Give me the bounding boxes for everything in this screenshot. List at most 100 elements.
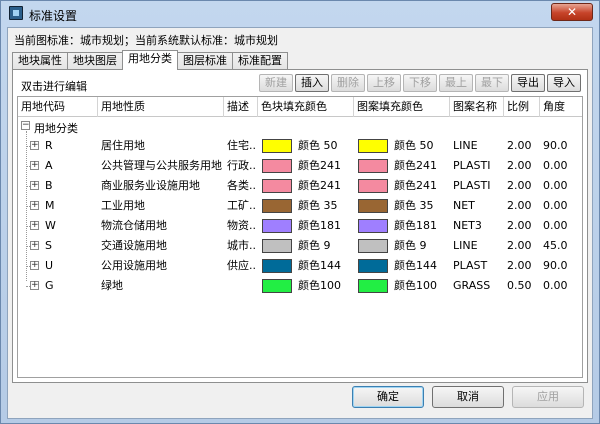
table-row[interactable]: + U 公用设施用地 供应... 颜色144 颜色144 PLAST 2.00 90.0 <box>18 256 582 276</box>
table-row[interactable]: + W 物流仓储用地 物资... 颜色181 颜色181 NET3 2.00 0.00 <box>18 216 582 236</box>
cell-nature: 工业用地 <box>101 199 145 212</box>
pattern-color-swatch[interactable] <box>358 139 388 153</box>
expand-icon[interactable]: + <box>30 161 39 170</box>
fill-color-swatch[interactable] <box>262 239 292 253</box>
cancel-button[interactable]: 取消 <box>432 386 504 408</box>
cell-pattern-name: PLASTI <box>453 179 491 192</box>
header-fill-color[interactable]: 色块填充颜色 <box>258 97 354 117</box>
pattern-color-label: 颜色 9 <box>394 239 427 252</box>
cell-nature: 公用设施用地 <box>101 259 167 272</box>
move-top-button[interactable]: 最上 <box>439 74 473 92</box>
move-down-button[interactable]: 下移 <box>403 74 437 92</box>
move-bottom-button[interactable]: 最下 <box>475 74 509 92</box>
expand-icon[interactable]: + <box>30 261 39 270</box>
cell-angle: 90.0 <box>543 259 568 272</box>
edit-hint: 双击进行编辑 <box>21 80 87 93</box>
cell-pattern-name: GRASS <box>453 279 491 292</box>
header-code[interactable]: 用地代码 <box>18 97 98 117</box>
pattern-color-swatch[interactable] <box>358 239 388 253</box>
table-row[interactable]: + G 绿地 颜色100 颜色100 GRASS 0.50 0.00 <box>18 276 582 296</box>
export-button[interactable]: 导出 <box>511 74 545 92</box>
fill-color-swatch[interactable] <box>262 279 292 293</box>
new-button[interactable]: 新建 <box>259 74 293 92</box>
cell-nature: 商业服务业设施用地 <box>101 179 200 192</box>
tab-parcel-layers[interactable]: 地块图层 <box>67 52 123 70</box>
header-description[interactable]: 描述 <box>224 97 258 117</box>
header-pattern-color[interactable]: 图案填充颜色 <box>354 97 450 117</box>
header-scale[interactable]: 比例 <box>504 97 540 117</box>
pattern-color-swatch[interactable] <box>358 159 388 173</box>
cell-description: 供应... <box>227 259 256 272</box>
cell-pattern-name: LINE <box>453 239 478 252</box>
import-button[interactable]: 导入 <box>547 74 581 92</box>
pattern-color-label: 颜色 50 <box>394 139 434 152</box>
table-row[interactable]: + A 公共管理与公共服务用地行政... 颜色241 颜色241 PLASTI 2.00 0.… <box>18 156 582 176</box>
title-bar[interactable]: 标准设置 ✕ <box>1 1 599 27</box>
fill-color-swatch[interactable] <box>262 139 292 153</box>
cell-scale: 2.00 <box>507 159 532 172</box>
cell-code: G <box>45 279 54 292</box>
fill-color-label: 颜色 50 <box>298 139 338 152</box>
pattern-color-swatch[interactable] <box>358 219 388 233</box>
tab-standard-config[interactable]: 标准配置 <box>232 52 288 70</box>
cell-code: B <box>45 179 53 192</box>
tab-land-use-classification[interactable]: 用地分类 <box>122 50 178 70</box>
group-row[interactable]: − 用地分类 <box>18 117 582 135</box>
ok-button[interactable]: 确定 <box>352 386 424 408</box>
dialog-body: 当前图标准：城市规划；当前系统默认标准：城市规划 地块属性 地块图层 用地分类 … <box>7 27 593 419</box>
pattern-color-label: 颜色241 <box>394 179 437 192</box>
cell-angle: 0.00 <box>543 159 568 172</box>
toolbar: 新建 插入 删除 上移 下移 最上 最下 导出 导入 <box>259 74 581 92</box>
cell-angle: 90.0 <box>543 139 568 152</box>
fill-color-swatch[interactable] <box>262 159 292 173</box>
app-icon <box>9 6 23 20</box>
cell-description: 各类... <box>227 179 256 192</box>
delete-button[interactable]: 删除 <box>331 74 365 92</box>
expand-icon[interactable]: + <box>30 201 39 210</box>
expand-icon[interactable]: + <box>30 241 39 250</box>
cell-scale: 2.00 <box>507 199 532 212</box>
close-button[interactable]: ✕ <box>551 3 593 21</box>
cell-description: 工矿... <box>227 199 256 212</box>
settings-window: 标准设置 ✕ 当前图标准：城市规划；当前系统默认标准：城市规划 地块属性 地块图… <box>0 0 600 424</box>
expand-icon[interactable]: + <box>30 281 39 290</box>
fill-color-label: 颜色100 <box>298 279 341 292</box>
pattern-color-swatch[interactable] <box>358 199 388 213</box>
table-row[interactable]: + R 居住用地 住宅... 颜色 50 颜色 50 LINE 2.00 90.0 <box>18 136 582 156</box>
expand-icon[interactable]: + <box>30 221 39 230</box>
cell-nature: 交通设施用地 <box>101 239 167 252</box>
pattern-color-swatch[interactable] <box>358 259 388 273</box>
move-up-button[interactable]: 上移 <box>367 74 401 92</box>
cell-nature: 公共管理与公共服务用地 <box>101 159 222 172</box>
cell-description: 物资... <box>227 219 256 232</box>
cell-pattern-name: PLASTI <box>453 159 491 172</box>
fill-color-swatch[interactable] <box>262 179 292 193</box>
header-pattern-name[interactable]: 图案名称 <box>450 97 504 117</box>
insert-button[interactable]: 插入 <box>295 74 329 92</box>
table-row[interactable]: + M 工业用地 工矿... 颜色 35 颜色 35 NET 2.00 0.00 <box>18 196 582 216</box>
cell-angle: 0.00 <box>543 219 568 232</box>
cell-pattern-name: LINE <box>453 139 478 152</box>
fill-color-swatch[interactable] <box>262 219 292 233</box>
tab-parcel-attributes[interactable]: 地块属性 <box>12 52 68 70</box>
cell-scale: 2.00 <box>507 139 532 152</box>
fill-color-swatch[interactable] <box>262 199 292 213</box>
expand-icon[interactable]: + <box>30 141 39 150</box>
tab-layer-standard[interactable]: 图层标准 <box>177 52 233 70</box>
pattern-color-label: 颜色144 <box>394 259 437 272</box>
fill-color-label: 颜色181 <box>298 219 341 232</box>
pattern-color-label: 颜色 35 <box>394 199 434 212</box>
cell-pattern-name: NET <box>453 199 475 212</box>
cell-scale: 2.00 <box>507 219 532 232</box>
header-angle[interactable]: 角度 <box>540 97 582 117</box>
table-row[interactable]: + S 交通设施用地 城市... 颜色 9 颜色 9 LINE 2.00 45.0 <box>18 236 582 256</box>
pattern-color-swatch[interactable] <box>358 179 388 193</box>
apply-button[interactable]: 应用 <box>512 386 584 408</box>
table-row[interactable]: + B 商业服务业设施用地 各类... 颜色241 颜色241 PLASTI 2.00 0.00 <box>18 176 582 196</box>
header-nature[interactable]: 用地性质 <box>98 97 224 117</box>
pattern-color-swatch[interactable] <box>358 279 388 293</box>
fill-color-swatch[interactable] <box>262 259 292 273</box>
expand-icon[interactable]: + <box>30 181 39 190</box>
collapse-icon[interactable]: − <box>21 121 30 130</box>
cell-scale: 2.00 <box>507 239 532 252</box>
